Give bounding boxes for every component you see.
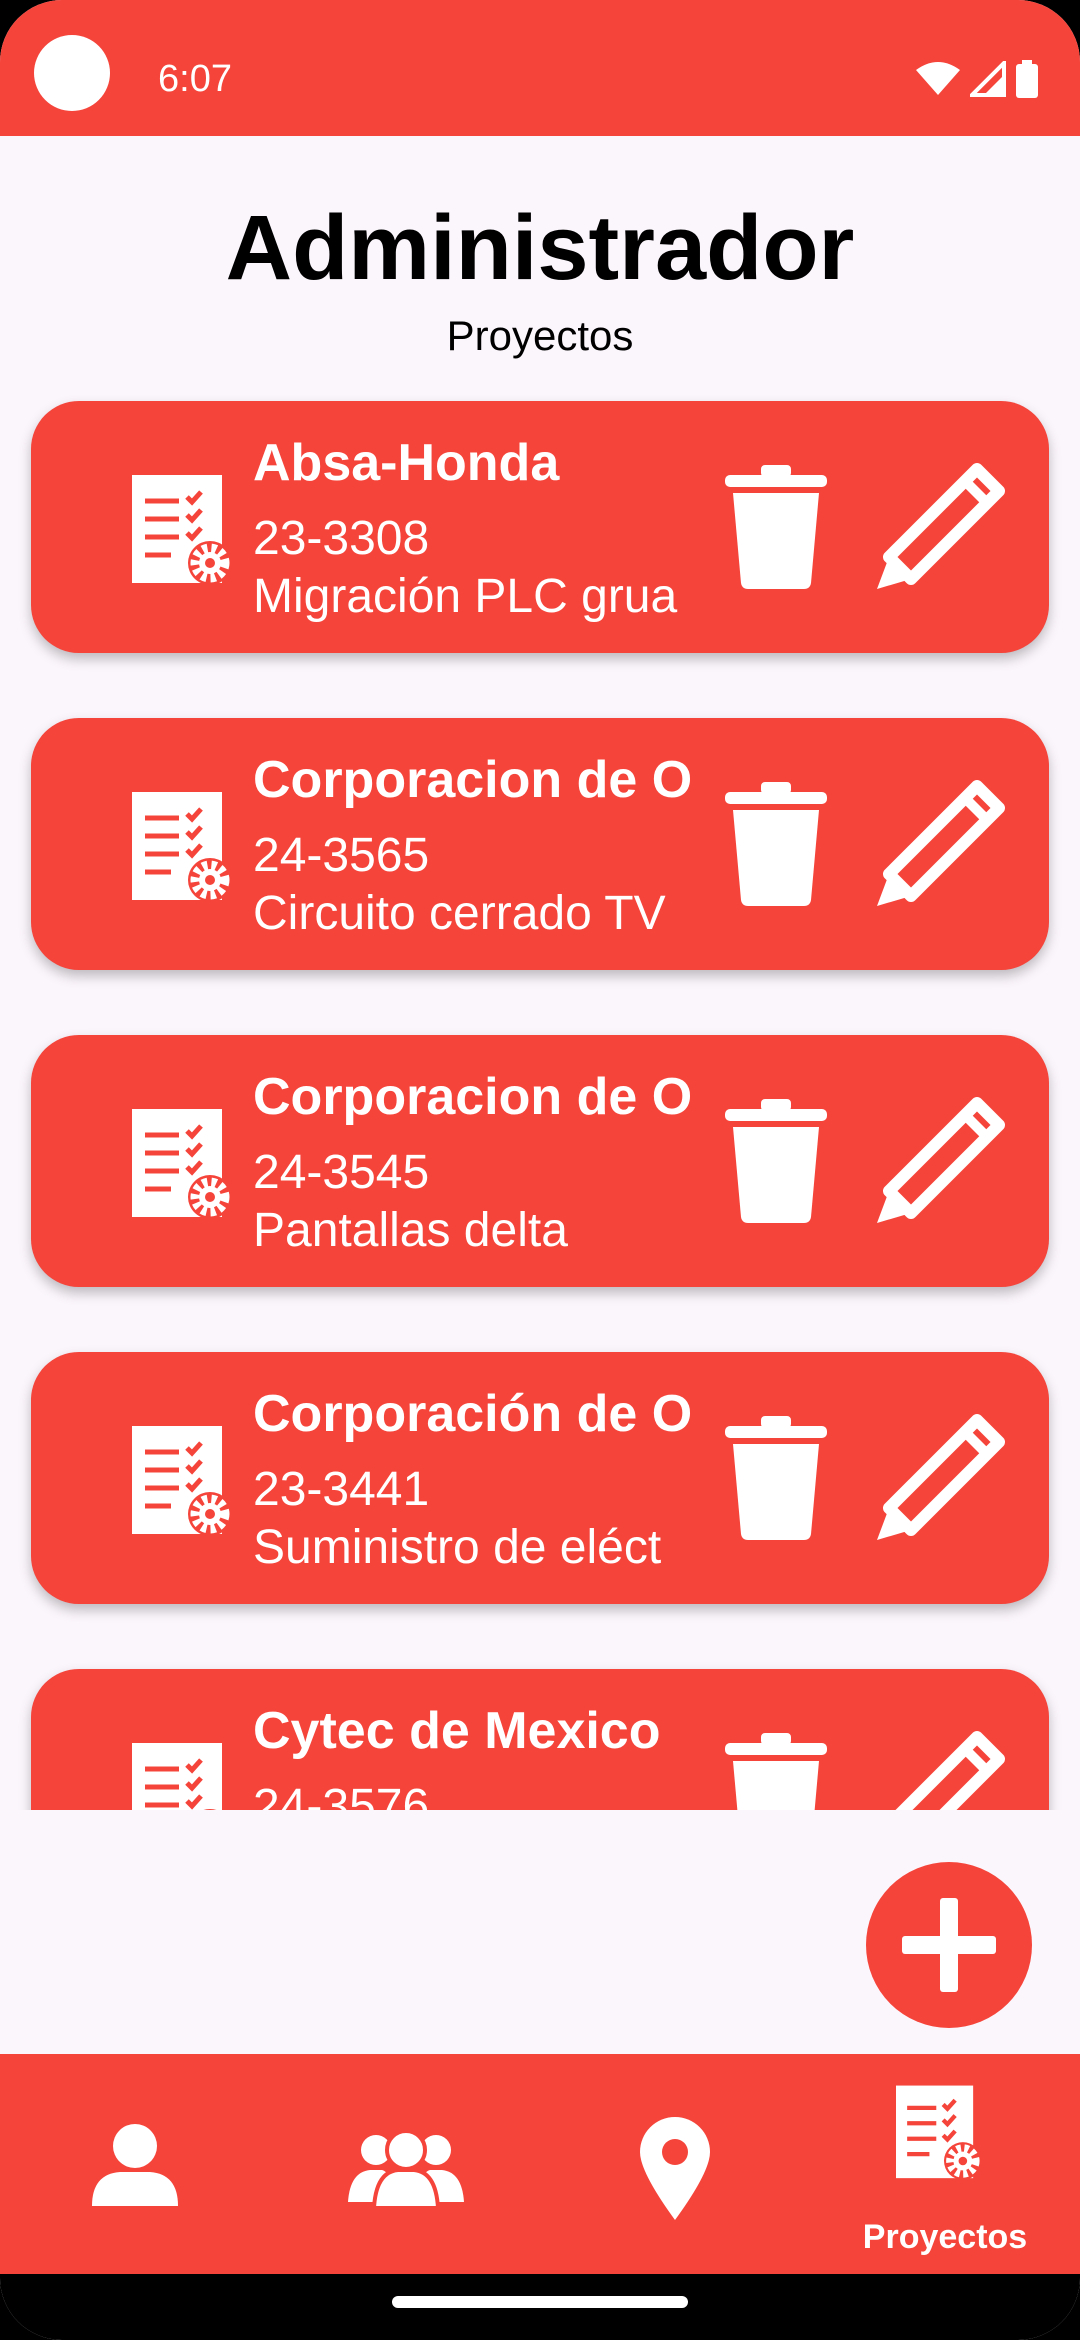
project-card[interactable]: Corporación de O 23-3441 Suministro de e… (31, 1352, 1049, 1604)
nav-item-proyectos[interactable]: Proyectos (810, 2054, 1080, 2274)
project-list[interactable]: Absa-Honda 23-3308 Migración PLC grua Co… (0, 395, 1080, 1810)
nav-item-user[interactable] (0, 2054, 270, 2274)
project-description: Suministro de eléct (253, 1521, 662, 1574)
project-document-icon (132, 1743, 222, 1810)
user-icon (92, 2124, 178, 2206)
delete-trash-icon[interactable] (721, 1416, 831, 1540)
project-company: Absa-Honda (253, 434, 560, 492)
nav-item-group[interactable] (270, 2054, 540, 2274)
app-screen: 6:07 Administrador Proyectos Absa-Honda … (0, 0, 1080, 2340)
project-description: Migración PLC grua (253, 570, 678, 623)
project-code: 24-3576 (253, 1780, 430, 1810)
page-title: Administrador (225, 197, 855, 299)
delete-trash-icon[interactable] (721, 465, 831, 589)
project-code: 23-3308 (253, 512, 430, 565)
project-description: Pantallas delta (253, 1204, 568, 1257)
nav-item-location[interactable] (540, 2054, 810, 2274)
battery-icon (1016, 60, 1038, 98)
project-company: Corporacion de O (253, 1068, 693, 1126)
status-icons (916, 60, 1038, 98)
project-card[interactable]: Corporacion de O 24-3545 Pantallas delta (31, 1035, 1049, 1287)
project-company: Cytec de Mexico (253, 1702, 661, 1760)
edit-pencil-icon[interactable] (869, 459, 1009, 597)
add-project-button[interactable] (866, 1862, 1032, 2028)
camera-cutout (34, 35, 110, 111)
project-document-icon (132, 792, 232, 902)
wifi-icon (916, 62, 960, 95)
location-pin-icon (640, 2117, 710, 2220)
project-code: 24-3545 (253, 1146, 430, 1199)
project-document-icon (132, 475, 232, 585)
bottom-navigation: Proyectos (0, 2054, 1080, 2274)
project-document-icon (132, 1426, 232, 1536)
project-code: 24-3565 (253, 829, 430, 882)
project-card[interactable]: Cytec de Mexico 24-3576 (31, 1669, 1049, 1810)
edit-pencil-icon[interactable] (869, 1410, 1009, 1548)
delete-trash-icon[interactable] (721, 1099, 831, 1223)
project-card[interactable]: Absa-Honda 23-3308 Migración PLC grua (31, 401, 1049, 653)
plus-icon (902, 1898, 996, 1992)
gesture-navigation-bar (0, 2274, 1080, 2340)
delete-trash-icon[interactable] (721, 782, 831, 906)
project-document-icon (132, 1109, 232, 1219)
status-time: 6:07 (158, 58, 232, 100)
project-code: 23-3441 (253, 1463, 430, 1516)
delete-trash-icon[interactable] (721, 1733, 831, 1810)
home-gesture-handle[interactable] (392, 2296, 688, 2308)
project-card[interactable]: Corporacion de O 24-3565 Circuito cerrad… (31, 718, 1049, 970)
edit-pencil-icon[interactable] (869, 776, 1009, 914)
group-icon (348, 2129, 464, 2208)
signal-icon (970, 61, 1006, 97)
project-description: Circuito cerrado TV (253, 887, 666, 940)
edit-pencil-icon[interactable] (869, 1093, 1009, 1231)
edit-pencil-icon[interactable] (869, 1727, 1009, 1810)
project-company: Corporacion de O (253, 751, 693, 809)
page-subtitle: Proyectos (446, 312, 634, 359)
project-company: Corporación de O (253, 1385, 693, 1443)
project-document-icon (896, 2085, 982, 2180)
nav-label-proyectos: Proyectos (862, 2218, 1028, 2256)
status-bar: 6:07 (0, 0, 1080, 136)
